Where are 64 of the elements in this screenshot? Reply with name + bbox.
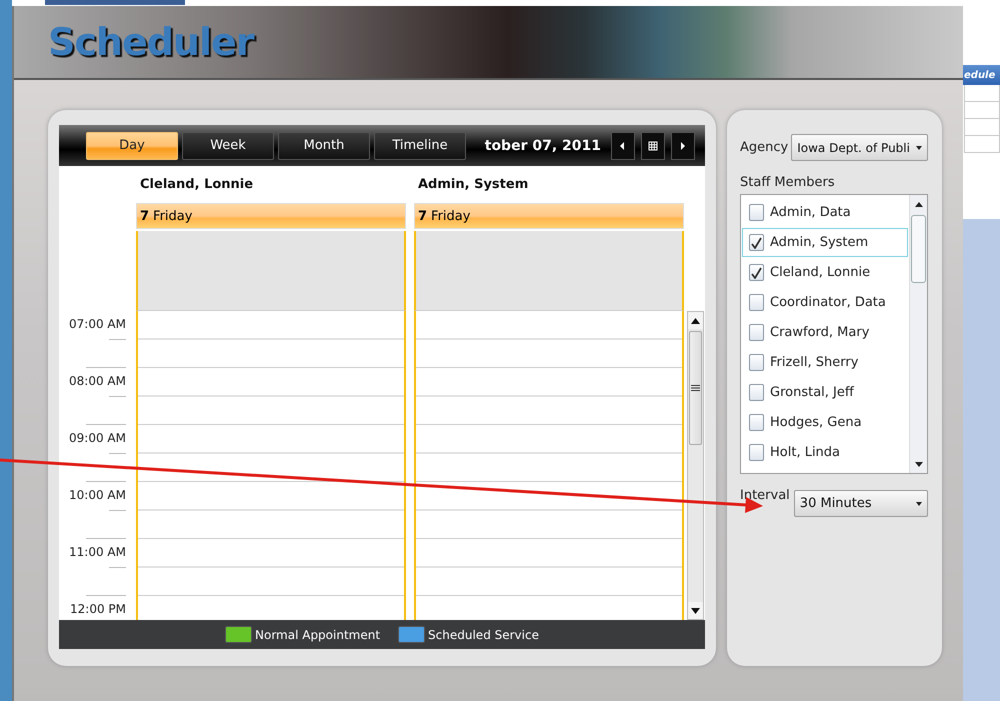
arrow-up-icon	[691, 318, 700, 324]
view-tab[interactable]: Day	[86, 132, 178, 160]
staff-item[interactable]: Admin, System	[742, 228, 908, 257]
next-button[interactable]	[671, 132, 695, 160]
table-cell	[964, 136, 1000, 153]
time-label: 12:00 PM	[70, 602, 126, 616]
prev-button[interactable]	[611, 132, 635, 160]
staff-item[interactable]: Frizell, Sherry	[742, 348, 908, 377]
app-title: Scheduler	[48, 20, 254, 64]
resource-name: Admin, System	[417, 177, 530, 192]
staff-item[interactable]: Holt, Linda	[742, 438, 908, 467]
date-label: tober 07, 2011	[484, 138, 601, 154]
staff-item[interactable]: Cleland, Lonnie	[742, 258, 908, 287]
checkbox[interactable]	[749, 204, 764, 221]
time-label: 07:00 AM	[69, 317, 126, 331]
check-icon	[751, 236, 762, 248]
time-label: 10:00 AM	[69, 488, 126, 502]
field-label: Interval	[740, 488, 790, 503]
day-header: 7 Friday	[136, 203, 406, 229]
calendar-button[interactable]	[641, 132, 665, 160]
checkbox[interactable]	[749, 234, 764, 251]
calendar-icon	[648, 140, 658, 150]
view-tab[interactable]: Week	[182, 132, 274, 160]
staff-item[interactable]: Coordinator, Data	[742, 288, 908, 317]
checkbox[interactable]	[749, 444, 764, 461]
caret-down-icon	[916, 146, 922, 150]
checkbox[interactable]	[749, 414, 764, 431]
arrow-up-icon	[914, 202, 922, 206]
arrow-down-icon	[914, 462, 922, 466]
view-tab[interactable]: Timeline	[374, 132, 466, 160]
staff-item[interactable]: Crawford, Mary	[742, 318, 908, 347]
table-cell	[964, 102, 1000, 119]
day-header: 7 Friday	[414, 203, 684, 229]
time-label: 11:00 AM	[69, 545, 126, 559]
check-icon	[751, 266, 762, 278]
arrow-down-icon	[691, 608, 700, 614]
section-label: Staff Members	[740, 175, 836, 190]
checkbox[interactable]	[749, 324, 764, 341]
time-label: 08:00 AM	[69, 374, 126, 388]
resource-name: Cleland, Lonnie	[139, 177, 254, 192]
scroll-thumb[interactable]	[911, 215, 926, 283]
scrollbar[interactable]	[687, 311, 704, 620]
legend-label: Normal Appointment	[255, 628, 380, 642]
view-tab[interactable]: Month	[278, 132, 370, 160]
legend-label: Scheduled Service	[428, 628, 539, 642]
day-column[interactable]	[136, 311, 406, 620]
staff-item[interactable]: Hodges, Gena	[742, 408, 908, 437]
staff-item[interactable]: Gronstal, Jeff	[742, 378, 908, 407]
column-header: edule	[963, 65, 1000, 85]
interval-dropdown[interactable]: 30 Minutes	[794, 490, 928, 517]
checkbox[interactable]	[749, 294, 764, 311]
caret-right-icon	[678, 140, 688, 150]
table-cell	[964, 85, 1000, 102]
field-label: Agency	[740, 140, 788, 155]
grip-icon	[691, 385, 700, 391]
time-label: 09:00 AM	[69, 431, 126, 445]
agency-dropdown[interactable]: Iowa Dept. of Publi	[791, 134, 928, 161]
staff-item[interactable]: Admin, Data	[742, 198, 908, 227]
scrollbar[interactable]	[909, 195, 927, 473]
caret-down-icon	[916, 502, 922, 506]
checkbox[interactable]	[749, 354, 764, 371]
checkbox[interactable]	[749, 264, 764, 281]
checkbox[interactable]	[749, 384, 764, 401]
table-cell	[964, 119, 1000, 136]
